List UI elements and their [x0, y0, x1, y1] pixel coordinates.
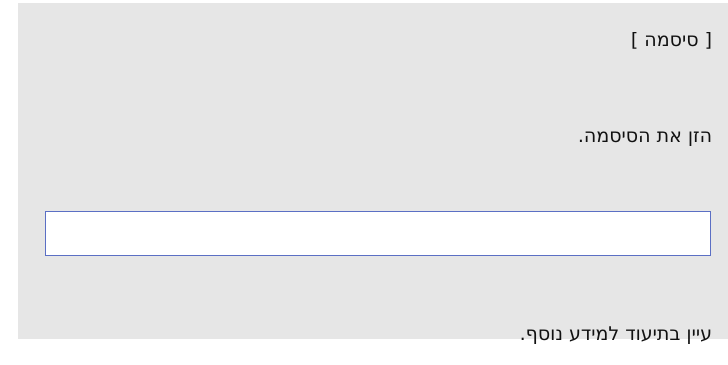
password-prompt-label: הזן את הסיסמה. — [577, 125, 712, 147]
password-dialog-panel: [ סיסמה ] הזן את הסיסמה. עיין בתיעוד למי… — [18, 3, 728, 345]
password-input[interactable] — [45, 211, 711, 256]
dialog-title: [ סיסמה ] — [630, 29, 712, 51]
help-text: עיין בתיעוד למידע נוסף. — [519, 323, 712, 345]
